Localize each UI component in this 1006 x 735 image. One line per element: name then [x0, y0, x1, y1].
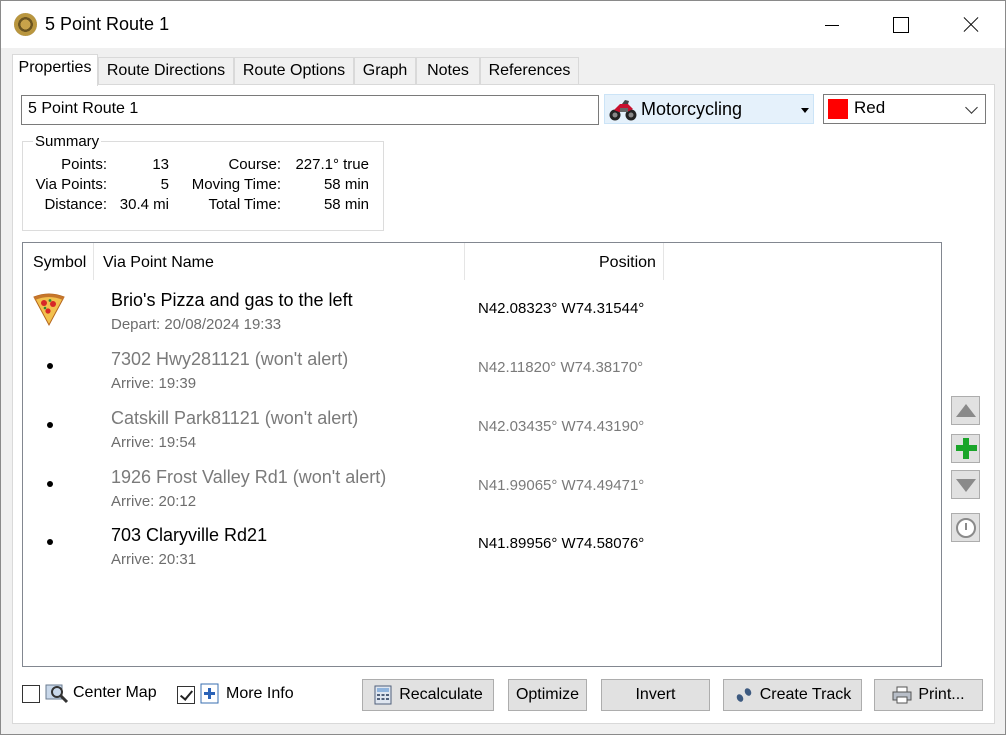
calculator-icon — [374, 685, 392, 705]
maximize-button[interactable] — [877, 1, 923, 47]
via-point-position: N42.11820° W74.38170° — [478, 359, 644, 376]
tab-properties[interactable]: Properties — [12, 54, 98, 86]
total-time-label: Total Time: — [208, 196, 281, 213]
via-point-time: Arrive: 20:31 — [111, 551, 197, 568]
column-header-position[interactable]: Position — [599, 243, 656, 280]
recalculate-button[interactable]: Recalculate — [362, 679, 494, 711]
via-point-time: Arrive: 19:54 — [111, 434, 197, 451]
invert-button[interactable]: Invert — [601, 679, 710, 711]
add-via-point-button[interactable] — [951, 434, 980, 463]
tab-route-options[interactable]: Route Options — [234, 57, 354, 84]
optimize-button[interactable]: Optimize — [508, 679, 587, 711]
moving-time-label: Moving Time: — [191, 176, 281, 193]
via-point-position: N41.89956° W74.58076° — [478, 535, 645, 552]
arrow-down-icon — [956, 479, 976, 492]
add-info-icon — [200, 683, 219, 704]
column-separator[interactable] — [663, 243, 664, 280]
tab-references[interactable]: References — [480, 57, 579, 84]
via-point-time: Arrive: 20:12 — [111, 493, 197, 510]
print-button[interactable]: Print... — [874, 679, 983, 711]
close-button[interactable] — [947, 1, 993, 47]
travel-mode-label: Motorcycling — [641, 99, 743, 119]
track-footprints-icon — [736, 688, 751, 702]
tab-graph[interactable]: Graph — [354, 57, 416, 84]
via-point-name: 1926 Frost Valley Rd1 (won't alert) — [111, 467, 387, 487]
motorcycle-icon — [609, 100, 637, 121]
moving-time-value: 58 min — [323, 176, 369, 193]
pizza-icon — [33, 293, 65, 327]
via-point-position: N42.08323° W74.31544° — [478, 300, 645, 317]
column-separator[interactable] — [464, 243, 465, 280]
via-point-name: Catskill Park81121 (won't alert) — [111, 408, 359, 428]
course-label: Course: — [228, 156, 281, 173]
bullet-icon — [47, 363, 53, 369]
via-point-position: N42.03435° W74.43190° — [478, 418, 645, 435]
via-point-time: Arrive: 19:39 — [111, 375, 197, 392]
color-swatch — [828, 99, 848, 119]
tab-route-directions[interactable]: Route Directions — [98, 57, 234, 84]
tab-notes[interactable]: Notes — [416, 57, 480, 84]
route-color-label: Red — [854, 98, 886, 117]
bullet-icon — [47, 481, 53, 487]
via-points-list[interactable]: Symbol Via Point Name Position Brio's Pi… — [22, 242, 942, 667]
more-info-label: More Info — [226, 685, 294, 702]
create-track-button[interactable]: Create Track — [723, 679, 862, 711]
route-properties-window: 5 Point Route 1 Properties Route Directi… — [0, 0, 1006, 735]
summary-legend: Summary — [33, 133, 102, 150]
app-logo-icon — [14, 13, 37, 36]
via-point-time: Depart: 20/08/2024 19:33 — [111, 316, 282, 333]
route-color-dropdown[interactable]: Red — [823, 94, 986, 124]
title-bar: 5 Point Route 1 — [1, 1, 1005, 48]
via-point-position: N41.99065° W74.49471° — [478, 477, 645, 494]
timing-button[interactable] — [951, 513, 980, 542]
more-info-checkbox[interactable] — [177, 686, 195, 704]
via-point-name: 703 Claryville Rd21 — [111, 525, 268, 545]
column-header-name[interactable]: Via Point Name — [103, 243, 214, 280]
via-points-label: Via Points: — [35, 176, 107, 193]
move-up-button[interactable] — [951, 396, 980, 425]
column-separator[interactable] — [93, 243, 94, 280]
distance-label: Distance: — [44, 196, 107, 213]
bullet-icon — [47, 539, 53, 545]
via-point-name: Brio's Pizza and gas to the left — [111, 290, 353, 310]
window-title: 5 Point Route 1 — [45, 14, 170, 34]
map-magnifier-icon — [45, 684, 69, 704]
center-map-checkbox[interactable] — [22, 685, 40, 703]
arrow-up-icon — [956, 404, 976, 417]
bullet-icon — [47, 422, 53, 428]
plus-icon — [956, 445, 977, 451]
chevron-down-icon — [965, 101, 978, 114]
printer-icon — [892, 686, 912, 704]
total-time-value: 58 min — [323, 196, 369, 213]
via-points-value: 5 — [160, 176, 169, 193]
distance-value: 30.4 mi — [119, 196, 169, 213]
column-header-symbol[interactable]: Symbol — [33, 243, 86, 280]
center-map-label: Center Map — [73, 684, 157, 701]
route-name-input[interactable]: 5 Point Route 1 — [21, 95, 599, 125]
clock-icon — [956, 518, 976, 538]
dropdown-arrow-icon — [801, 108, 809, 113]
minimize-button[interactable] — [809, 1, 855, 47]
travel-mode-dropdown[interactable]: Motorcycling — [604, 94, 814, 124]
via-point-name: 7302 Hwy281121 (won't alert) — [111, 349, 349, 369]
points-label: Points: — [61, 156, 107, 173]
move-down-button[interactable] — [951, 470, 980, 499]
course-value: 227.1° true — [295, 156, 369, 173]
points-value: 13 — [152, 156, 169, 173]
